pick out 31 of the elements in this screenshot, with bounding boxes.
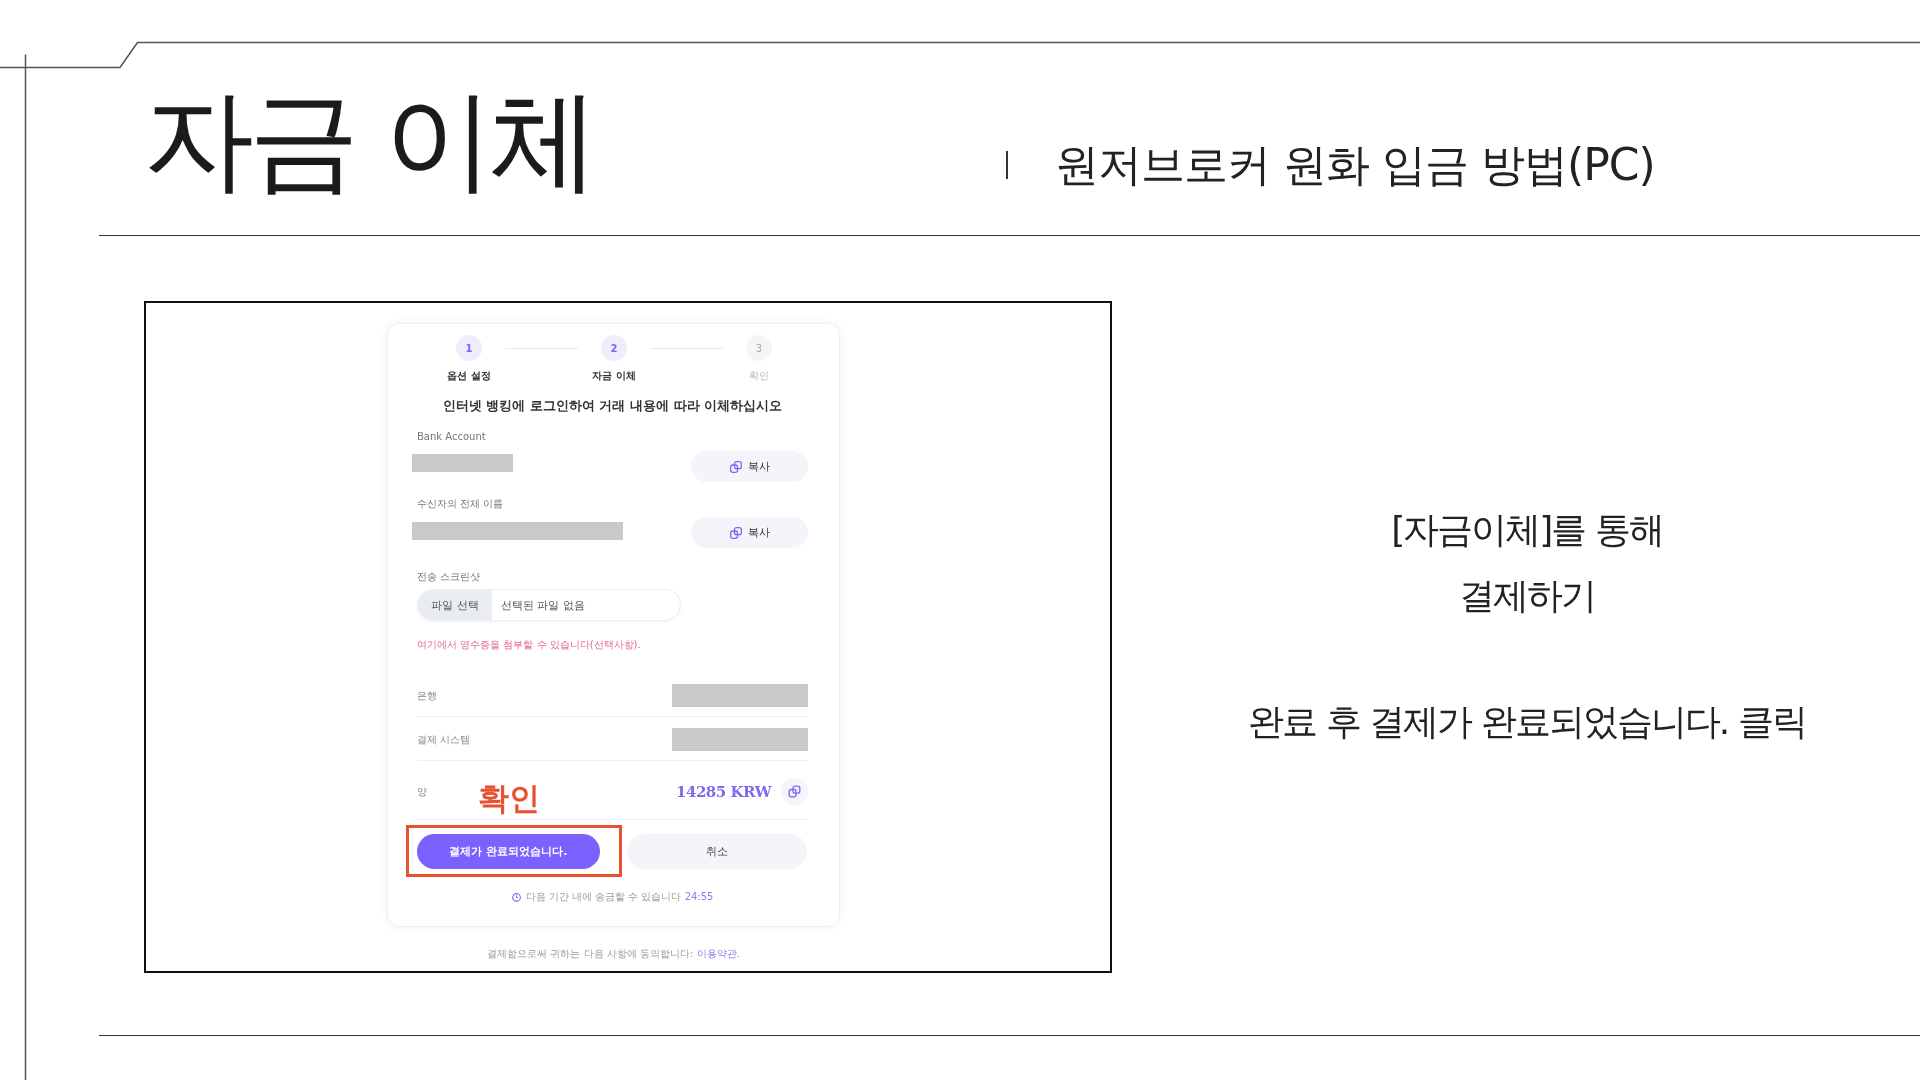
field-label: 수신자의 전체 이름 [417, 497, 504, 511]
terms-link[interactable]: 이용약관 [696, 948, 737, 959]
slide-subtitle: 원저브로커 원화 입금 방법(PC) [1055, 138, 1655, 192]
clock-icon [511, 892, 521, 902]
amount-value: 14285 KRW [676, 782, 771, 801]
field-label: Bank Account [417, 430, 486, 444]
instruction-heading: 인터넷 뱅킹에 로그인하여 거래 내용에 따라 이체하십시오 [442, 397, 783, 415]
slide-title: 자금 이체 [144, 80, 595, 200]
copy-icon [729, 526, 742, 539]
copy-icon [729, 460, 742, 473]
instruction-text: 완료 후 결제가 완료되었습니다. 클릭 [1248, 700, 1806, 744]
terms-text: 결제함으로써 귀하는 다음 사항에 동의합니다: 이용약관. [487, 948, 740, 960]
field-label: 전송 스크린샷 [417, 570, 481, 584]
confirm-button[interactable]: 결제가 완료되었습니다. [417, 834, 600, 869]
timer-text: 다음 기간 내에 송금할 수 있습니다 24:55 [525, 891, 714, 903]
step-number: 2 [601, 335, 627, 361]
copy-icon[interactable] [781, 778, 808, 805]
step-label: 옵션 설정 [447, 370, 491, 382]
step-label: 확인 [749, 370, 769, 382]
step-number: 3 [746, 335, 772, 361]
copy-button[interactable]: 복사 [691, 517, 808, 548]
copy-button[interactable]: 복사 [691, 451, 808, 482]
cancel-button[interactable]: 취소 [627, 834, 807, 869]
step-label: 자금 이체 [592, 370, 636, 382]
annotation-label: 확인 [478, 781, 540, 815]
upload-note: 여기에서 영수증을 첨부할 수 있습니다(선택사항). [417, 638, 641, 652]
instruction-text: [자금이체]를 통해 결제하기 [1391, 508, 1663, 618]
detail-label: 은행 [417, 688, 437, 703]
detail-label: 결제 시스템 [417, 732, 471, 747]
step-number: 1 [456, 335, 482, 361]
detail-label: 양 [417, 784, 427, 799]
